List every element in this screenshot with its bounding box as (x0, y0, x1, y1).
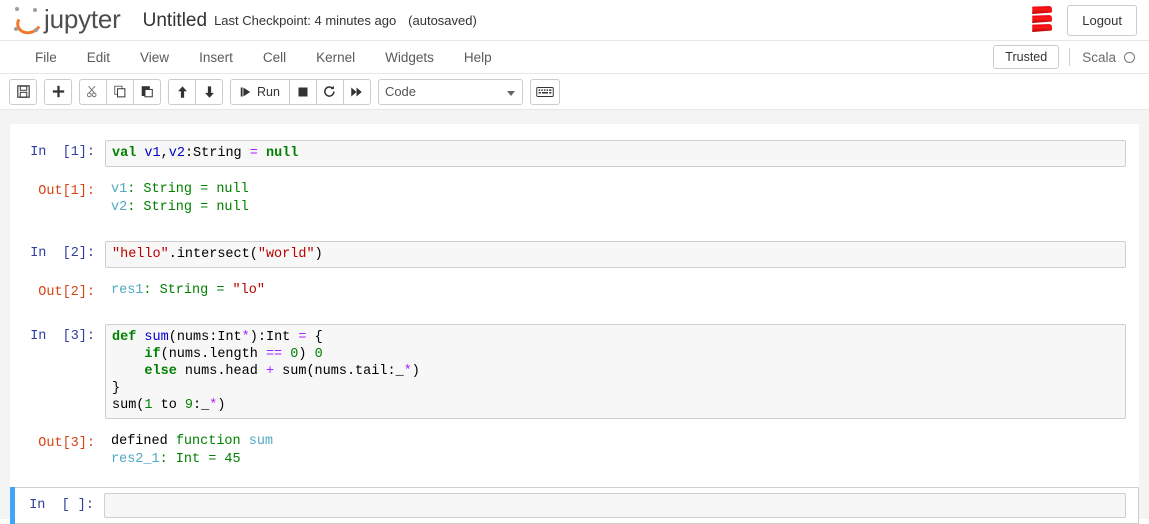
toolbar-group-save (9, 79, 37, 105)
cell-block-4: In [ ]: (10, 487, 1139, 524)
toolbar-group-run: Run (230, 79, 371, 105)
cut-cell-button[interactable] (79, 79, 107, 105)
input-prompt-3: In [3]: (23, 324, 105, 419)
cell-block-2: In [2]: "hello".intersect("world") Out[2… (10, 235, 1139, 308)
code-cell-4-selected[interactable]: In [ ]: (10, 487, 1139, 524)
input-prompt-1: In [1]: (23, 140, 105, 167)
run-label: Run (257, 85, 280, 99)
menu-item-edit[interactable]: Edit (72, 44, 125, 71)
paste-icon (140, 85, 154, 98)
arrow-up-icon (176, 85, 189, 99)
notebook-header: jupyter Untitled Last Checkpoint: 4 minu… (0, 0, 1149, 41)
menu-item-cell[interactable]: Cell (248, 44, 301, 71)
cell-type-select-wrapper: Code (378, 79, 530, 105)
toolbar-group-clipboard (79, 79, 161, 105)
paste-cell-button[interactable] (133, 79, 161, 105)
jupyter-mark-icon (14, 7, 40, 33)
jupyter-logo[interactable]: jupyter (14, 6, 121, 34)
output-text-2: res1: String = "lo" (105, 280, 1126, 302)
output-prompt-3: Out[3]: (23, 431, 105, 471)
scala-logo-icon (1031, 6, 1053, 34)
floppy-disk-icon (17, 85, 30, 98)
last-checkpoint-label: Last Checkpoint: 4 minutes ago (214, 14, 396, 27)
run-icon (240, 86, 252, 98)
code-editor-1[interactable]: val v1,v2:String = null (105, 140, 1126, 167)
restart-and-run-all-button[interactable] (343, 79, 371, 105)
move-cell-down-button[interactable] (195, 79, 223, 105)
menu-item-file[interactable]: File (20, 44, 72, 71)
cell-block-1: In [1]: val v1,v2:String = null Out[1]: … (10, 134, 1139, 225)
stop-square-icon (297, 86, 309, 98)
restart-circular-arrow-icon (323, 85, 336, 98)
copy-icon (113, 85, 127, 98)
run-cell-button[interactable]: Run (230, 79, 290, 105)
cell-block-3: In [3]: def sum(nums:Int*):Int = { if(nu… (10, 318, 1139, 477)
code-editor-4[interactable] (104, 493, 1126, 518)
code-cell-1[interactable]: In [1]: val v1,v2:String = null (10, 134, 1139, 173)
menu-item-view[interactable]: View (125, 44, 184, 71)
move-cell-up-button[interactable] (168, 79, 196, 105)
code-cell-2[interactable]: In [2]: "hello".intersect("world") (10, 235, 1139, 274)
brand-text: jupyter (44, 6, 121, 34)
input-prompt-4: In [ ]: (22, 493, 104, 518)
trusted-button[interactable]: Trusted (993, 45, 1059, 69)
notebook-title[interactable]: Untitled (143, 11, 207, 30)
output-prompt-2: Out[2]: (23, 280, 105, 302)
interrupt-kernel-button[interactable] (289, 79, 317, 105)
keyboard-icon (536, 86, 554, 98)
menu-item-insert[interactable]: Insert (184, 44, 248, 71)
restart-kernel-button[interactable] (316, 79, 344, 105)
toolbar-group-move (168, 79, 223, 105)
menu-item-help[interactable]: Help (449, 44, 507, 71)
toolbar-group-insert (44, 79, 72, 105)
menu-bar: File Edit View Insert Cell Kernel Widget… (0, 41, 1149, 74)
insert-cell-below-button[interactable] (44, 79, 72, 105)
kernel-idle-circle-icon (1124, 52, 1135, 63)
code-editor-2[interactable]: "hello".intersect("world") (105, 241, 1126, 268)
logout-button[interactable]: Logout (1067, 5, 1137, 36)
kernel-indicator[interactable]: Scala (1069, 48, 1135, 66)
output-text-3: defined function sum res2_1: Int = 45 (105, 431, 1126, 471)
output-prompt-1: Out[1]: (23, 179, 105, 219)
save-button[interactable] (9, 79, 37, 105)
cell-type-select[interactable]: Code (378, 79, 523, 105)
kernel-name-label: Scala (1082, 50, 1116, 65)
input-prompt-2: In [2]: (23, 241, 105, 268)
menubar-right-group: Trusted Scala (993, 45, 1149, 69)
toolbar-group-keyboard (530, 79, 560, 105)
menu-item-kernel[interactable]: Kernel (301, 44, 370, 71)
output-text-1: v1: String = null v2: String = null (105, 179, 1126, 219)
open-command-palette-button[interactable] (530, 79, 560, 105)
fast-forward-icon (350, 86, 363, 98)
menu-item-widgets[interactable]: Widgets (370, 44, 449, 71)
output-cell-1: Out[1]: v1: String = null v2: String = n… (10, 173, 1139, 225)
notebook-container: In [1]: val v1,v2:String = null Out[1]: … (10, 124, 1139, 524)
autosave-status: (autosaved) (408, 14, 477, 27)
notebook-toolbar: Run Code (0, 74, 1149, 110)
arrow-down-icon (203, 85, 216, 99)
plus-icon (52, 85, 65, 98)
code-cell-3[interactable]: In [3]: def sum(nums:Int*):Int = { if(nu… (10, 318, 1139, 425)
scissors-icon (86, 85, 100, 98)
copy-cell-button[interactable] (106, 79, 134, 105)
output-cell-3: Out[3]: defined function sum res2_1: Int… (10, 425, 1139, 477)
header-right-group: Logout (1031, 5, 1137, 36)
output-cell-2: Out[2]: res1: String = "lo" (10, 274, 1139, 308)
code-editor-3[interactable]: def sum(nums:Int*):Int = { if(nums.lengt… (105, 324, 1126, 419)
notebook-page-background: In [1]: val v1,v2:String = null Out[1]: … (0, 110, 1149, 519)
